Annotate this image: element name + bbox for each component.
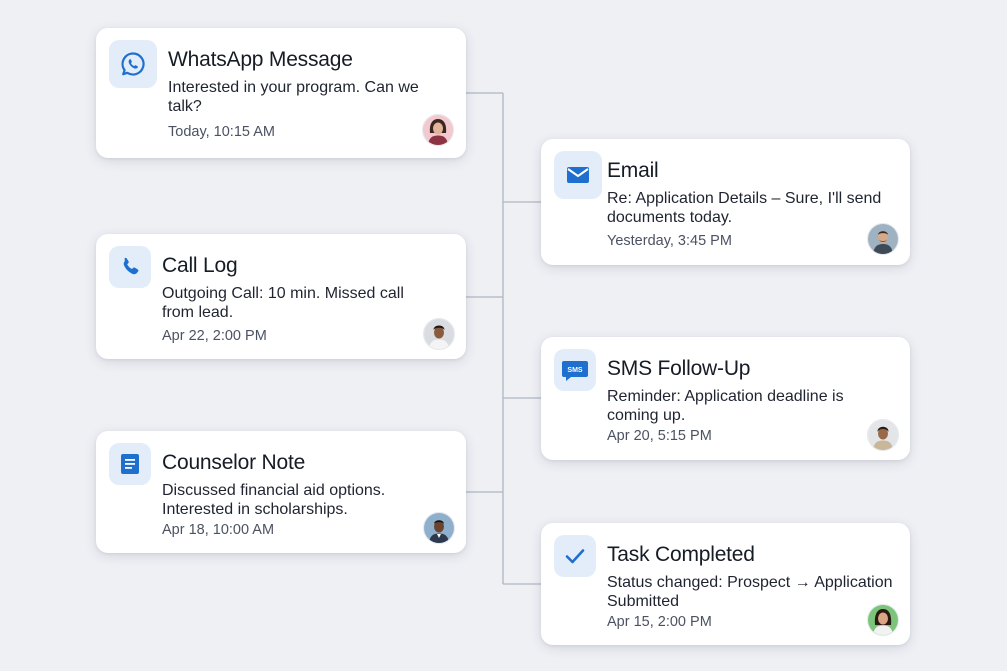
sms-follow-up-card[interactable]: SMS SMS Follow-Up Reminder: Application …: [541, 337, 910, 460]
counselor-note-card[interactable]: Counselor Note Discussed financial aid o…: [96, 431, 466, 553]
card-title: WhatsApp Message: [168, 48, 353, 71]
woman-avatar: [867, 604, 899, 636]
card-message: Discussed financial aid options. Interes…: [162, 482, 386, 518]
whatsapp-icon: [109, 40, 157, 88]
email-card[interactable]: Email Re: Application Details – Sure, I'…: [541, 139, 910, 265]
man-avatar: [423, 318, 455, 350]
card-message: Status changed: Prospect → Application S…: [607, 574, 893, 610]
card-message: Reminder: Application deadline is coming…: [607, 388, 844, 424]
card-timestamp: Apr 18, 10:00 AM: [162, 522, 275, 538]
card-message: Interested in your program. Can we talk?: [168, 79, 419, 115]
phone-icon: [109, 246, 151, 288]
whatsapp-message-card[interactable]: WhatsApp Message Interested in your prog…: [96, 28, 466, 158]
sms-icon: SMS: [554, 349, 596, 391]
activity-timeline: WhatsApp Message Interested in your prog…: [0, 0, 1007, 671]
card-message: Outgoing Call: 10 min. Missed call from …: [162, 285, 404, 321]
envelope-icon: [554, 151, 602, 199]
card-timestamp: Apr 15, 2:00 PM: [607, 614, 712, 630]
card-message: Re: Application Details – Sure, I'll sen…: [607, 190, 882, 226]
call-log-card[interactable]: Call Log Outgoing Call: 10 min. Missed c…: [96, 234, 466, 359]
card-title: SMS Follow-Up: [607, 357, 751, 380]
document-icon: [109, 443, 151, 485]
card-title: Task Completed: [607, 543, 755, 566]
man-avatar: [867, 223, 899, 255]
woman-avatar: [422, 114, 454, 146]
man-avatar: [423, 512, 455, 544]
card-timestamp: Apr 22, 2:00 PM: [162, 328, 267, 344]
card-timestamp: Yesterday, 3:45 PM: [607, 233, 732, 249]
task-completed-card[interactable]: Task Completed Status changed: Prospect …: [541, 523, 910, 645]
card-title: Counselor Note: [162, 451, 306, 474]
card-title: Email: [607, 159, 659, 182]
card-timestamp: Today, 10:15 AM: [168, 124, 275, 140]
sms-icon-label: SMS: [567, 367, 583, 374]
checkmark-icon: [554, 535, 596, 577]
card-title: Call Log: [162, 254, 238, 277]
man-avatar: [867, 419, 899, 451]
card-timestamp: Apr 20, 5:15 PM: [607, 428, 712, 444]
